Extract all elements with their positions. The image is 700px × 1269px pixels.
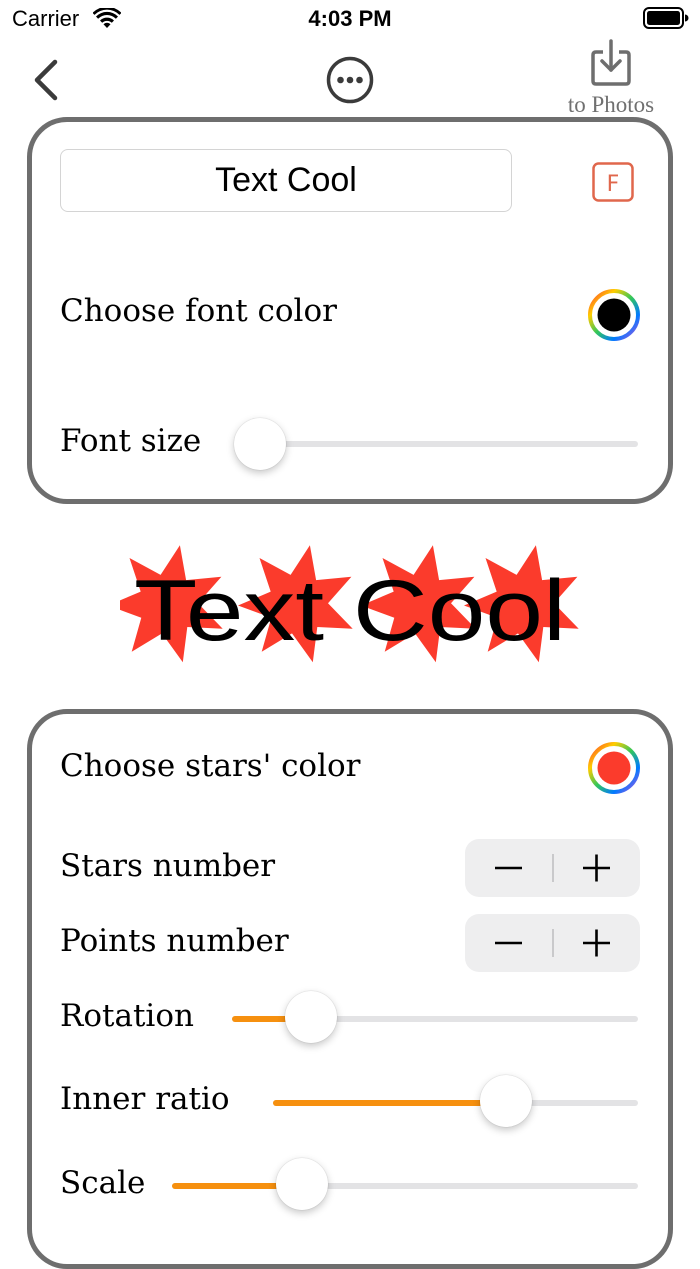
preview-text: Text Cool: [134, 563, 566, 659]
back-button[interactable]: [30, 58, 62, 102]
inner-ratio-slider-thumb[interactable]: [479, 1075, 532, 1127]
stars-color-label: Choose stars' color: [60, 748, 361, 784]
scale-slider-thumb[interactable]: [275, 1158, 328, 1210]
inner-ratio-label: Inner ratio: [60, 1081, 230, 1117]
plus-icon: [583, 929, 610, 957]
points-number-label: Points number: [60, 923, 289, 959]
rotation-slider-thumb[interactable]: [285, 991, 338, 1043]
points-increment-button[interactable]: [553, 914, 640, 972]
points-decrement-button[interactable]: [465, 914, 552, 972]
battery-icon: [643, 7, 689, 33]
save-to-photos-label: to Photos: [567, 92, 655, 117]
font-size-label: Font size: [60, 423, 202, 459]
stars-color-well[interactable]: [587, 741, 641, 795]
stars-number-label: Stars number: [60, 848, 276, 884]
more-button[interactable]: [326, 56, 374, 104]
font-color-label: Choose font color: [60, 293, 337, 329]
inner-ratio-slider-fill: [273, 1100, 506, 1106]
svg-text:F: F: [607, 172, 620, 197]
minus-icon: [495, 866, 522, 870]
status-bar: Carrier 4:03 PM: [0, 0, 700, 40]
font-picker-button[interactable]: F: [592, 162, 634, 202]
stars-increment-button[interactable]: [553, 839, 640, 897]
color-wheel-icon: [587, 742, 641, 799]
plus-icon: [583, 854, 610, 882]
chevron-left-icon: [30, 59, 62, 106]
stars-number-stepper: [465, 839, 640, 897]
star-text-preview: Text Cool: [108, 540, 580, 670]
font-size-slider-thumb[interactable]: [234, 418, 286, 470]
points-number-stepper: [465, 914, 640, 972]
save-to-photos-button[interactable]: to Photos: [548, 38, 674, 120]
rotation-label: Rotation: [60, 998, 194, 1034]
scale-label: Scale: [60, 1165, 146, 1201]
clock: 4:03 PM: [308, 6, 392, 31]
minus-icon: [495, 941, 522, 945]
color-wheel-icon: [587, 289, 641, 346]
stars-color-swatch: [597, 751, 631, 785]
font-color-swatch: [597, 298, 631, 332]
text-input[interactable]: Text Cool: [60, 149, 512, 212]
font-color-well[interactable]: [587, 288, 641, 342]
tray-download-icon: [590, 38, 632, 90]
font-size-slider[interactable]: [236, 441, 638, 447]
font-letter-icon: F: [592, 162, 634, 206]
ellipsis-circle-icon: [326, 56, 374, 108]
stars-decrement-button[interactable]: [465, 839, 552, 897]
